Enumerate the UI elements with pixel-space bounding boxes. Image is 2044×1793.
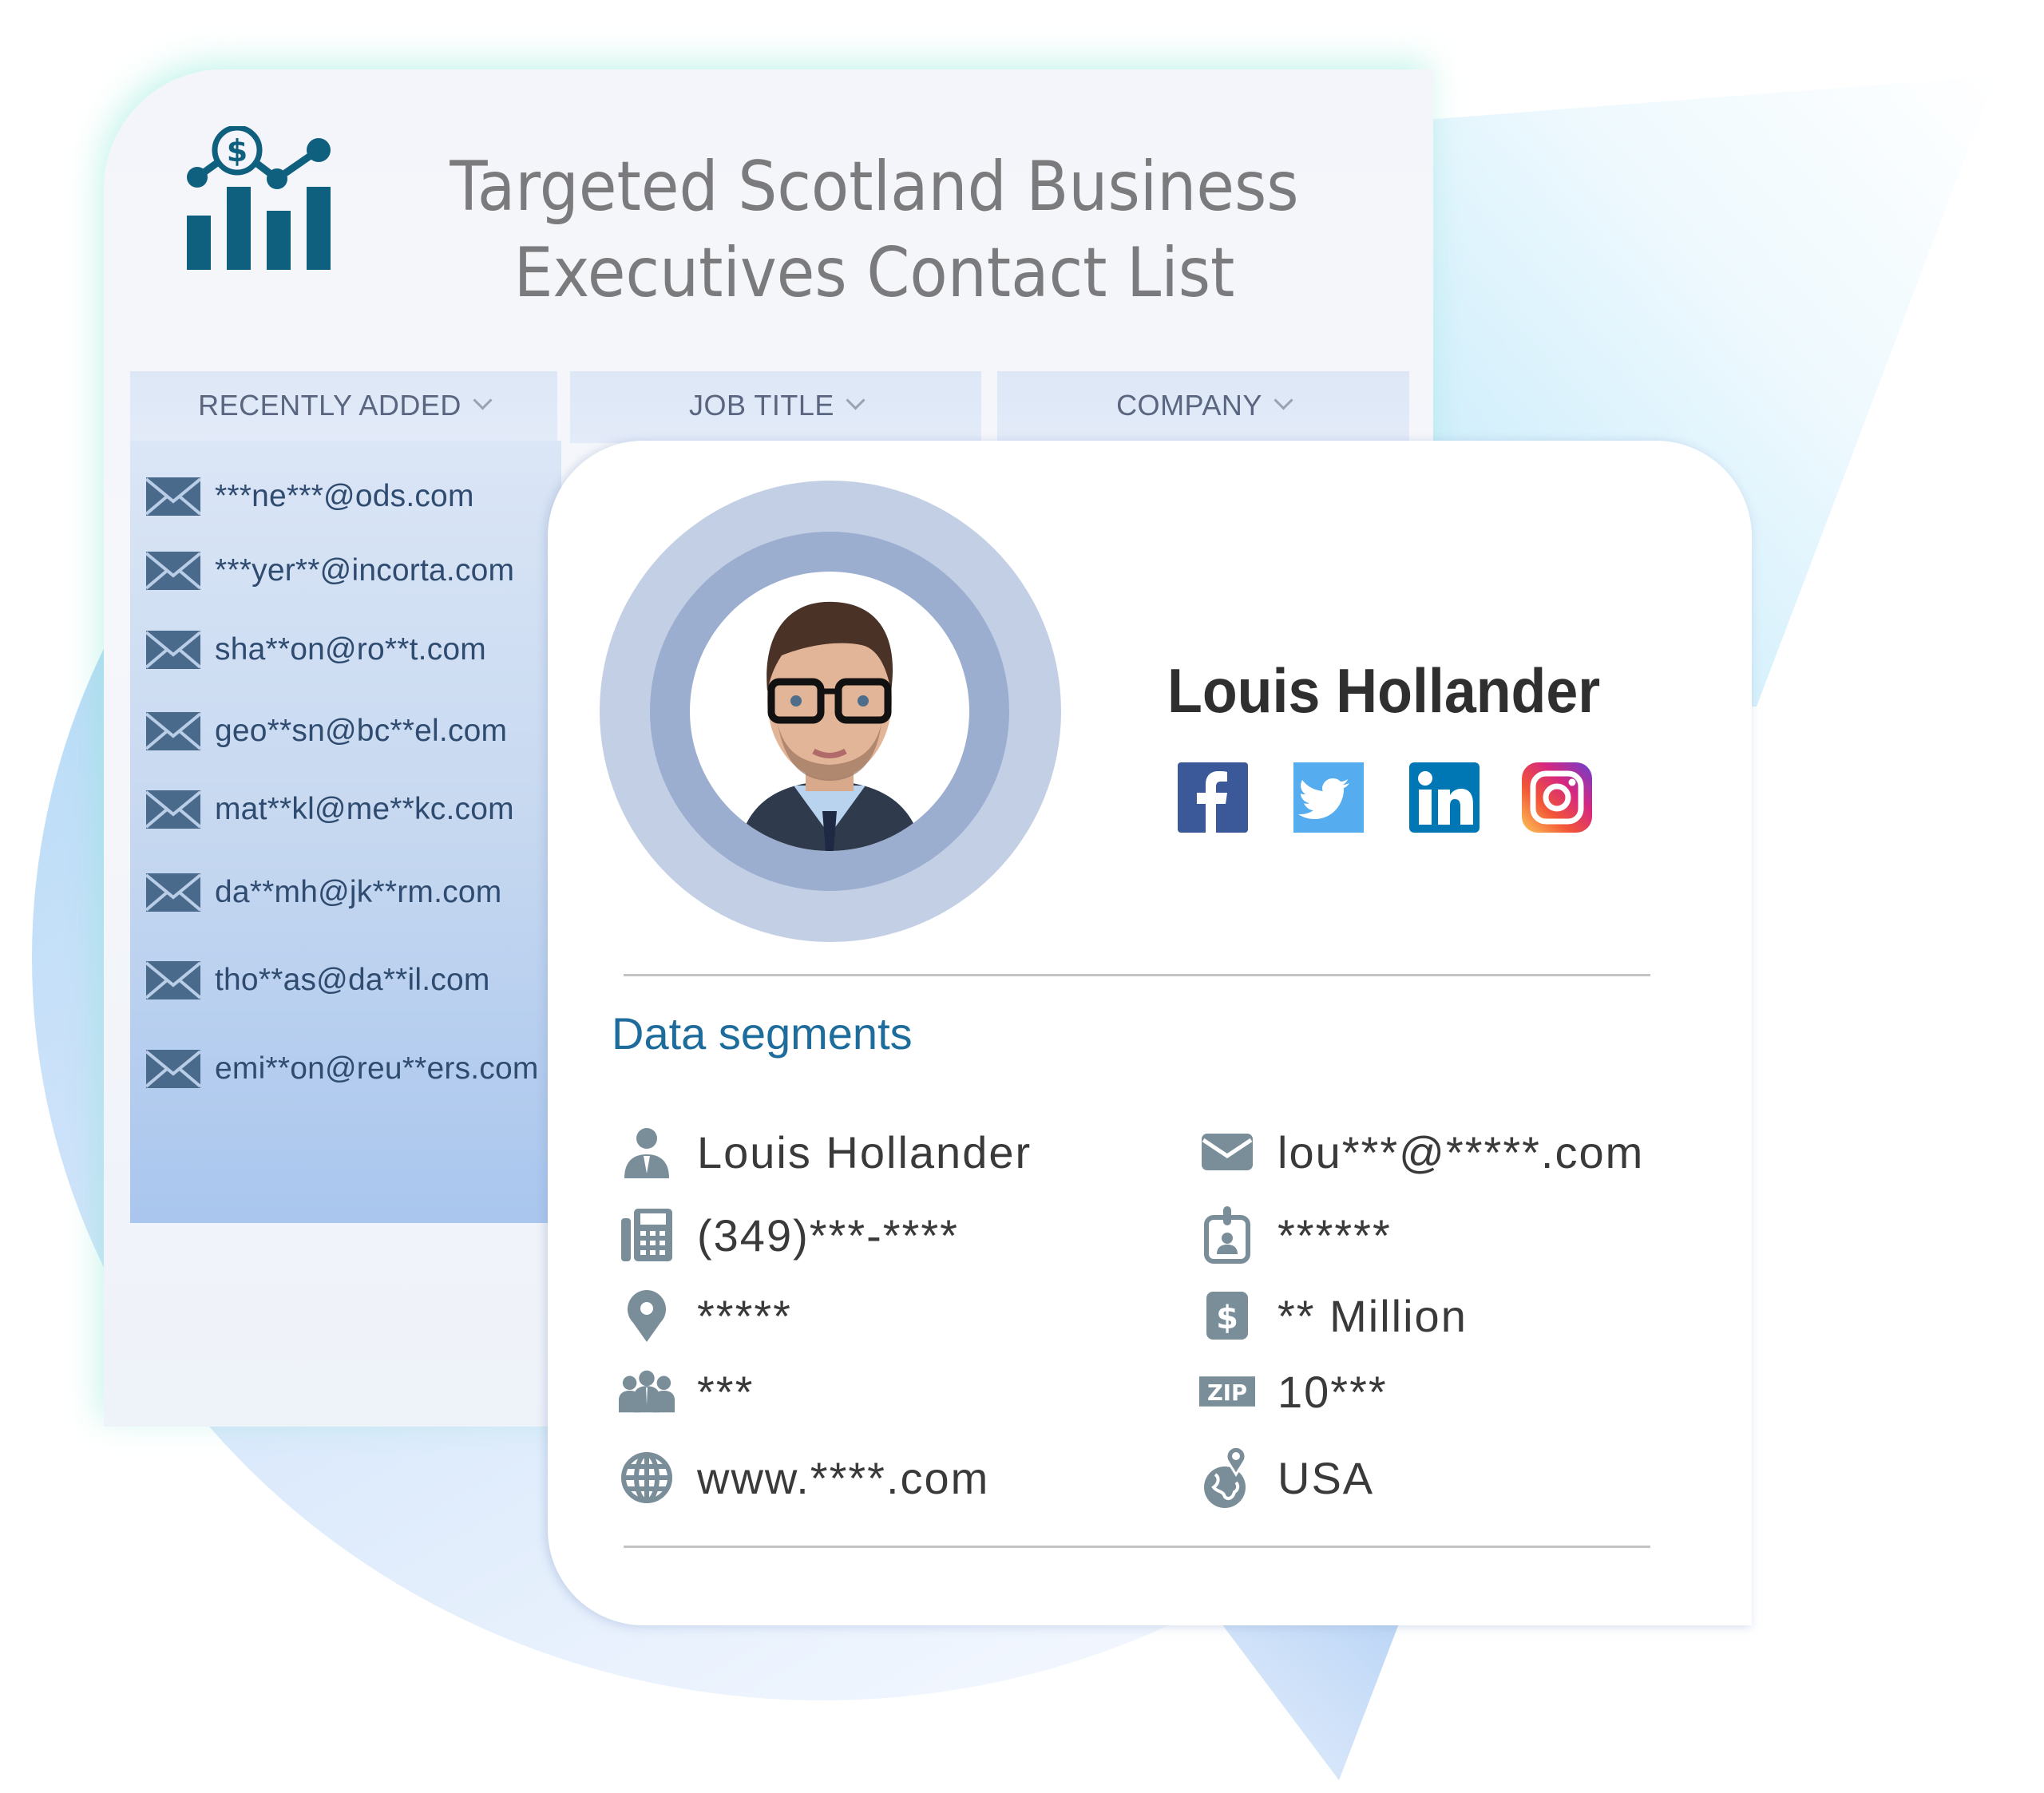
segment-right-0: lou***@*****.com	[1199, 1124, 1644, 1180]
segment-value: 10***	[1278, 1366, 1388, 1417]
facebook-icon[interactable]	[1178, 762, 1248, 833]
segment-value: ** Million	[1278, 1290, 1468, 1341]
envelope-icon	[146, 631, 200, 669]
email-text: ***ne***@ods.com	[215, 479, 474, 513]
email-list-item[interactable]: tho**as@da**il.com	[146, 961, 490, 999]
chevron-down-icon	[846, 390, 866, 410]
page-title: Targeted Scotland Business Executives Co…	[404, 144, 1345, 316]
envelope-icon	[146, 477, 200, 516]
email-text: da**mh@jk**rm.com	[215, 875, 502, 909]
email-list-item[interactable]: mat**kl@me**kc.com	[146, 790, 514, 829]
svg-text:$: $	[1216, 1300, 1238, 1336]
email-list-item[interactable]: sha**on@ro**t.com	[146, 631, 486, 669]
chart-dollar-icon: $	[187, 126, 331, 270]
instagram-icon[interactable]	[1522, 762, 1592, 833]
segment-left-2: *****	[619, 1288, 792, 1344]
envelope-icon	[146, 712, 200, 750]
chevron-down-icon	[473, 390, 493, 410]
title-line-1: Targeted Scotland Business	[450, 147, 1299, 227]
envelope-icon	[146, 873, 200, 912]
segment-value: www.****.com	[697, 1452, 990, 1503]
avatar	[690, 572, 969, 851]
location-pin-icon	[619, 1288, 675, 1344]
linkedin-icon[interactable]	[1409, 762, 1480, 833]
envelope-icon	[1199, 1124, 1255, 1180]
tab-company[interactable]: COMPANY	[997, 371, 1409, 443]
envelope-icon	[146, 790, 200, 829]
envelope-icon	[146, 1050, 200, 1088]
email-list-item[interactable]: emi**on@reu**ers.com	[146, 1050, 539, 1088]
person-icon	[619, 1124, 675, 1180]
email-text: emi**on@reu**ers.com	[215, 1051, 539, 1086]
segment-right-1: ******	[1199, 1206, 1392, 1264]
email-text: geo**sn@bc**el.com	[215, 714, 508, 748]
chevron-down-icon	[1274, 390, 1293, 410]
divider-top	[624, 974, 1650, 976]
email-text: ***yer**@incorta.com	[215, 553, 515, 588]
tab-label: JOB TITLE	[689, 389, 834, 422]
email-text: sha**on@ro**t.com	[215, 632, 486, 667]
globe-pin-icon	[1199, 1446, 1255, 1508]
envelope-icon	[146, 552, 200, 590]
email-list-item[interactable]: geo**sn@bc**el.com	[146, 712, 507, 750]
email-list-item[interactable]: ***yer**@incorta.com	[146, 552, 514, 590]
tab-recently-added[interactable]: RECENTLY ADDED	[130, 371, 557, 443]
group-icon	[619, 1364, 675, 1419]
segment-right-4: USA	[1199, 1446, 1375, 1508]
dollar-icon: $	[1199, 1288, 1255, 1344]
email-list-item[interactable]: ***ne***@ods.com	[146, 477, 474, 516]
data-segments-title: Data segments	[612, 1008, 913, 1059]
segment-right-3: ZIP 10***	[1199, 1364, 1388, 1419]
email-text: mat**kl@me**kc.com	[215, 792, 514, 826]
twitter-icon[interactable]	[1293, 762, 1364, 833]
segment-value: USA	[1278, 1452, 1375, 1503]
globe-icon	[619, 1450, 675, 1506]
segment-left-1: (349)***-****	[619, 1207, 959, 1263]
segment-left-4: www.****.com	[619, 1450, 989, 1506]
segment-left-0: Louis Hollander	[619, 1124, 1032, 1180]
segment-value: ******	[1278, 1209, 1392, 1261]
segment-value: (349)***-****	[697, 1209, 959, 1261]
segment-value: lou***@*****.com	[1278, 1126, 1645, 1178]
zip-icon: ZIP	[1199, 1364, 1255, 1419]
divider-bottom	[624, 1546, 1650, 1548]
segment-value: Louis Hollander	[697, 1126, 1032, 1178]
tab-label: RECENTLY ADDED	[198, 389, 461, 422]
email-list-item[interactable]: da**mh@jk**rm.com	[146, 873, 501, 912]
segment-value: *****	[697, 1290, 792, 1341]
id-badge-icon	[1199, 1206, 1255, 1264]
segment-right-2: $ ** Million	[1199, 1288, 1468, 1344]
phone-icon	[619, 1207, 675, 1263]
title-line-2: Executives Contact List	[513, 233, 1235, 313]
segment-value: ***	[697, 1366, 755, 1417]
tab-label: COMPANY	[1116, 389, 1262, 422]
email-text: tho**as@da**il.com	[215, 963, 490, 997]
tab-job-title[interactable]: JOB TITLE	[570, 371, 981, 443]
segment-left-3: ***	[619, 1364, 754, 1419]
svg-text:$: $	[227, 133, 248, 168]
svg-text:ZIP: ZIP	[1207, 1381, 1247, 1406]
contact-name: Louis Hollander	[1167, 655, 1601, 726]
person-photo	[738, 601, 923, 851]
recent-email-list: ***ne***@ods.com ***yer**@incorta.com sha*…	[130, 441, 561, 1223]
envelope-icon	[146, 961, 200, 999]
speech-tail	[1222, 1624, 1399, 1780]
